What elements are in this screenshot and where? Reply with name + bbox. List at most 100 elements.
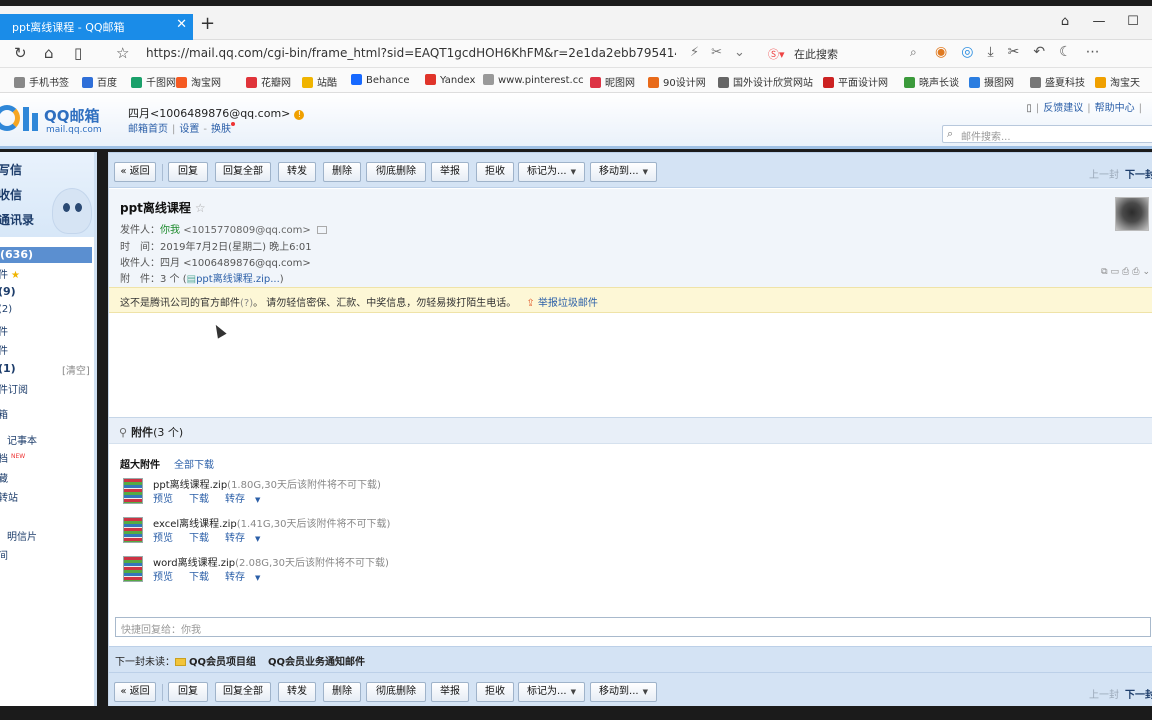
write-mail-link[interactable]: 写信 bbox=[0, 161, 22, 178]
report-button[interactable]: 举报 bbox=[431, 162, 469, 182]
url-field[interactable]: https://mail.qq.com/cgi-bin/frame_html?s… bbox=[146, 46, 676, 60]
forward-button[interactable]: 转发 bbox=[278, 682, 316, 702]
sidebar-item[interactable]: (1) bbox=[0, 362, 16, 375]
bookmark-item[interactable]: 花瓣网 bbox=[246, 74, 291, 89]
help-question-icon[interactable]: (?) bbox=[240, 298, 253, 309]
feedback-link[interactable]: 反馈建议 bbox=[1043, 103, 1083, 114]
compass-icon[interactable]: ◎ bbox=[961, 44, 973, 60]
bookmark-item[interactable]: 昵图网 bbox=[590, 74, 635, 89]
settings-link[interactable]: 设置 bbox=[179, 124, 199, 135]
delete-permanently-button[interactable]: 彻底删除 bbox=[366, 162, 426, 182]
bookmark-item[interactable]: 淘宝网 bbox=[176, 74, 221, 89]
reader-icon[interactable]: ▯ bbox=[74, 44, 82, 62]
mail-search-input[interactable]: ⌕ 邮件搜索... bbox=[942, 125, 1152, 143]
prev-mail-link[interactable]: 上一封 bbox=[1089, 170, 1119, 181]
bookmark-item[interactable]: 90设计网 bbox=[648, 74, 706, 89]
reject-button[interactable]: 拒收 bbox=[476, 162, 514, 182]
sidebar-item[interactable]: 转站 bbox=[0, 489, 18, 504]
night-mode-icon[interactable]: ☾ bbox=[1059, 44, 1072, 60]
new-tab-icon[interactable]: + bbox=[200, 14, 215, 34]
search-icon[interactable]: ⌕ bbox=[910, 45, 917, 60]
sidebar-item[interactable]: 间 bbox=[0, 547, 8, 562]
forward-button[interactable]: 转发 bbox=[278, 162, 316, 182]
preview-link[interactable]: 预览 bbox=[153, 533, 181, 544]
bookmark-item[interactable]: 千图网 bbox=[131, 74, 176, 89]
bookmark-item[interactable]: 国外设计欣赏网站 bbox=[718, 74, 813, 89]
sidebar-item[interactable]: 件订阅 bbox=[0, 381, 28, 396]
save-to-link[interactable]: 转存 ▼ bbox=[225, 572, 268, 583]
sidebar-item[interactable]: (9) bbox=[0, 285, 16, 298]
report-spam-link[interactable]: 举报垃圾邮件 bbox=[538, 298, 598, 309]
preview-link[interactable]: 预览 bbox=[153, 572, 181, 583]
preview-link[interactable]: 预览 bbox=[153, 494, 181, 505]
contacts-link[interactable]: 通讯录 bbox=[0, 211, 34, 228]
bookmark-item[interactable]: www.pinterest.cc bbox=[483, 74, 584, 86]
from-name[interactable]: 你我 bbox=[160, 225, 180, 236]
next-mail-link[interactable]: 下一封 bbox=[1125, 690, 1152, 701]
delete-button[interactable]: 删除 bbox=[323, 162, 361, 182]
download-icon[interactable]: ⤓ bbox=[987, 44, 993, 60]
back-button[interactable]: « 返回 bbox=[114, 162, 156, 182]
view-option-icons[interactable]: ⧉▭⎙⎙⌄ bbox=[1101, 267, 1152, 277]
bookmark-star-icon[interactable]: ☆ bbox=[116, 44, 129, 62]
sidebar-item[interactable]: 档NEW bbox=[0, 450, 25, 465]
sidebar-item[interactable]: (2) bbox=[0, 304, 12, 315]
report-button[interactable]: 举报 bbox=[431, 682, 469, 702]
help-link[interactable]: 帮助中心 bbox=[1095, 103, 1135, 114]
bookmark-item[interactable]: 百度 bbox=[82, 74, 117, 89]
skin-link[interactable]: 换肤 bbox=[211, 124, 231, 135]
reply-all-button[interactable]: 回复全部 bbox=[215, 682, 271, 702]
home-icon[interactable]: ⌂ bbox=[44, 44, 54, 62]
save-to-link[interactable]: 转存 ▼ bbox=[225, 494, 268, 505]
next-mail-link[interactable]: 下一封 bbox=[1125, 170, 1152, 181]
sidebar-item[interactable]: 件★ bbox=[0, 266, 20, 281]
back-button[interactable]: « 返回 bbox=[114, 682, 156, 702]
download-link[interactable]: 下载 bbox=[189, 533, 217, 544]
save-to-link[interactable]: 转存 ▼ bbox=[225, 533, 268, 544]
bookmark-item[interactable]: 摄图网 bbox=[969, 74, 1014, 89]
download-link[interactable]: 下载 bbox=[189, 572, 217, 583]
reply-all-button[interactable]: 回复全部 bbox=[215, 162, 271, 182]
warning-icon[interactable]: ! bbox=[294, 110, 305, 120]
next-unread-subject[interactable]: QQ会员业务通知邮件 bbox=[268, 657, 365, 668]
game-icon[interactable]: ◉ bbox=[935, 44, 947, 60]
refresh-icon[interactable]: ↻ bbox=[14, 44, 27, 62]
mailbox-home-link[interactable]: 邮箱首页 bbox=[128, 124, 168, 135]
sidebar-item[interactable]: 件 bbox=[0, 342, 8, 357]
mark-as-dropdown[interactable]: 标记为... ▼ bbox=[518, 682, 585, 702]
maximize-icon[interactable]: ☐ bbox=[1124, 14, 1142, 29]
delete-button[interactable]: 删除 bbox=[323, 682, 361, 702]
sidebar-item[interactable]: 藏 bbox=[0, 470, 8, 485]
scissors-icon[interactable]: ✂ bbox=[1008, 44, 1020, 60]
move-to-dropdown[interactable]: 移动到... ▼ bbox=[590, 682, 657, 702]
cut-icon[interactable]: ✂ bbox=[711, 45, 722, 60]
next-unread-sender[interactable]: QQ会员项目组 bbox=[189, 657, 256, 668]
shirt-icon[interactable]: ⌂ bbox=[1056, 14, 1074, 29]
lightning-icon[interactable]: ⚡ bbox=[690, 45, 699, 60]
clear-trash-link[interactable]: [清空] bbox=[62, 362, 90, 377]
mark-as-dropdown[interactable]: 标记为... ▼ bbox=[518, 162, 585, 182]
bookmark-item[interactable]: 手机书签 bbox=[14, 74, 69, 89]
delete-permanently-button[interactable]: 彻底删除 bbox=[366, 682, 426, 702]
phone-icon[interactable]: ▯ bbox=[1026, 103, 1032, 114]
bookmark-item[interactable]: Behance bbox=[351, 74, 409, 86]
bookmark-item[interactable]: 盛夏科技 bbox=[1030, 74, 1085, 89]
move-to-dropdown[interactable]: 移动到... ▼ bbox=[590, 162, 657, 182]
menu-icon[interactable]: ⋯ bbox=[1086, 44, 1100, 60]
receive-mail-link[interactable]: 收信 bbox=[0, 186, 22, 203]
reject-button[interactable]: 拒收 bbox=[476, 682, 514, 702]
browser-search[interactable]: Ⓢ▾ 在此搜索 bbox=[768, 46, 838, 62]
reply-button[interactable]: 回复 bbox=[168, 162, 208, 182]
undo-icon[interactable]: ↶ bbox=[1033, 44, 1045, 60]
download-link[interactable]: 下载 bbox=[189, 494, 217, 505]
bookmark-item[interactable]: Yandex bbox=[425, 74, 475, 86]
sidebar-item[interactable]: 件 bbox=[0, 323, 8, 338]
contact-card-icon[interactable] bbox=[316, 226, 327, 234]
sidebar-item[interactable]: 箱 bbox=[0, 406, 8, 421]
sender-avatar[interactable] bbox=[1115, 197, 1149, 231]
bookmark-item[interactable]: 站酷 bbox=[302, 74, 337, 89]
attach-first-link[interactable]: ppt离线课程.zip... bbox=[196, 274, 280, 285]
quick-reply-input[interactable]: 快捷回复给：你我 bbox=[115, 617, 1151, 637]
star-icon[interactable]: ☆ bbox=[195, 201, 206, 215]
tab-mail[interactable]: ppt离线课程 - QQ邮箱 ✕ bbox=[0, 14, 193, 40]
